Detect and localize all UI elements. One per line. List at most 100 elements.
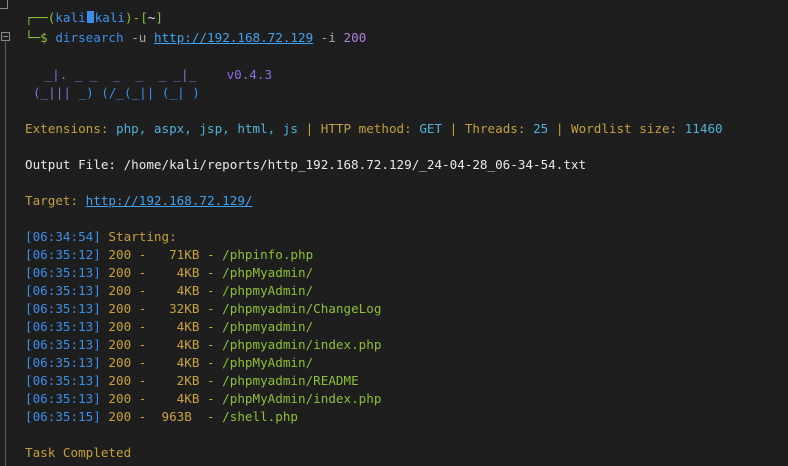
target-line: Target: http://192.168.72.129/ (25, 192, 252, 210)
result-time: [06:35:13] (25, 337, 101, 352)
collapse-icon[interactable] (1, 32, 10, 41)
logo-bottom-left: (_||| (33, 85, 71, 100)
result-dash: - (199, 373, 223, 388)
wordlist-value: 11460 (684, 121, 723, 136)
result-path[interactable]: /phpmyAdmin/ (222, 283, 313, 298)
result-status: 200 (108, 355, 132, 370)
config-line: Extensions: php, aspx, jsp, html, js | H… (25, 120, 723, 138)
prompt-rail-end (0, 8, 8, 9)
result-size: 4KB (153, 283, 200, 298)
result-dash: - (199, 337, 223, 352)
result-row: [06:35:13] 200 - 4KB - /phpMyAdmin/index… (25, 390, 381, 408)
target-url-arg[interactable]: http://192.168.72.129 (154, 30, 313, 45)
result-time: [06:35:13] (25, 319, 101, 334)
start-text: Starting: (100, 229, 177, 244)
result-time: [06:35:13] (25, 265, 101, 280)
result-time: [06:35:13] (25, 283, 101, 298)
result-size: 963B (153, 409, 200, 424)
banner-line-2: (_||| _) (/_(_|| (_| ) (33, 84, 200, 102)
banner-line-1: _|. _ _ _ _ _ _|_ v0.4.3 (37, 66, 272, 84)
logo-bottom-right: _) (/_(_|| (_| ) (70, 85, 200, 100)
separator-1: | (297, 121, 321, 136)
result-dash: - (131, 265, 154, 280)
prompt-header: ┌──(kali kali)-[~] (25, 9, 163, 27)
prompt-lead: └─$ (25, 30, 56, 45)
extensions-value: php, aspx, jsp, html, js (116, 121, 298, 136)
flag-i: -i (320, 30, 336, 45)
result-dash: - (199, 247, 223, 262)
result-row: [06:35:13] 200 - 32KB - /phpmyadmin/Chan… (25, 300, 381, 318)
result-size: 2KB (153, 373, 200, 388)
result-status: 200 (108, 283, 132, 298)
result-row: [06:35:13] 200 - 4KB - /phpmyadmin/ (25, 318, 313, 336)
result-status: 200 (108, 391, 132, 406)
task-completed-line: Task Completed (25, 444, 131, 462)
result-path[interactable]: /phpmyadmin/index.php (222, 337, 381, 352)
result-status: 200 (108, 319, 132, 334)
result-path[interactable]: /phpmyadmin/ (222, 319, 313, 334)
result-time: [06:35:15] (25, 409, 101, 424)
result-row: [06:35:13] 200 - 4KB - /phpmyadmin/index… (25, 336, 381, 354)
result-dash: - (131, 247, 154, 262)
result-size: 4KB (153, 319, 200, 334)
logo-top: _|. _ _ _ _ _ _|_ (37, 67, 227, 82)
separator-3: | (548, 121, 571, 136)
prompt-box-open: ┌──( (25, 10, 56, 25)
result-dash: - (199, 391, 223, 406)
command-line[interactable]: └─$ dirsearch -u http://192.168.72.129 -… (25, 29, 366, 47)
threads-label: Threads: (464, 121, 534, 136)
terminal-window[interactable]: ┌──(kali kali)-[~] └─$ dirsearch -u http:… (0, 0, 788, 466)
result-row: [06:35:13] 200 - 4KB - /phpMyAdmin/ (25, 354, 313, 372)
wordlist-label: Wordlist size: (570, 121, 685, 136)
result-status: 200 (108, 409, 132, 424)
command-name: dirsearch (55, 30, 124, 45)
result-row: [06:35:15] 200 - 963B - /shell.php (25, 408, 298, 426)
result-dash: - (131, 337, 154, 352)
result-time: [06:35:12] (25, 247, 101, 262)
prompt-mid: )-[ (125, 10, 148, 25)
result-size: 4KB (153, 337, 200, 352)
result-path[interactable]: /phpmyadmin/README (222, 373, 358, 388)
extensions-label: Extensions: (25, 121, 116, 136)
prompt-host: kali (94, 10, 126, 25)
result-dash: - (199, 409, 223, 424)
result-dash: - (199, 319, 223, 334)
result-path[interactable]: /phpMyadmin/ (222, 265, 313, 280)
result-path[interactable]: /phpmyadmin/ChangeLog (222, 301, 381, 316)
result-time: [06:35:13] (25, 391, 101, 406)
prompt-rail (7, 0, 8, 8)
threads-value: 25 (533, 121, 549, 136)
result-path[interactable]: /phpMyAdmin/index.php (222, 391, 381, 406)
fold-line (5, 41, 6, 466)
start-line: [06:34:54] Starting: (25, 228, 177, 246)
result-time: [06:35:13] (25, 373, 101, 388)
result-dash: - (131, 409, 154, 424)
result-dash: - (131, 283, 154, 298)
result-path[interactable]: /phpinfo.php (222, 247, 313, 262)
result-row: [06:35:13] 200 - 4KB - /phpmyAdmin/ (25, 282, 313, 300)
status-filter: 200 (343, 30, 367, 45)
result-dash: - (131, 301, 154, 316)
result-dash: - (199, 301, 223, 316)
result-dash: - (131, 355, 154, 370)
result-path[interactable]: /phpMyAdmin/ (222, 355, 313, 370)
separator-2: | (442, 121, 465, 136)
result-dash: - (199, 265, 223, 280)
result-path[interactable]: /shell.php (222, 409, 298, 424)
target-url[interactable]: http://192.168.72.129/ (86, 193, 253, 208)
version: v0.4.3 (226, 67, 273, 82)
result-dash: - (199, 283, 223, 298)
gutter (0, 0, 14, 466)
result-size: 4KB (153, 355, 200, 370)
method-label: HTTP method: (320, 121, 420, 136)
result-row: [06:35:13] 200 - 4KB - /phpMyadmin/ (25, 264, 313, 282)
skull-icon (86, 11, 94, 23)
result-dash: - (199, 355, 223, 370)
prompt-user: kali (55, 10, 86, 25)
result-dash: - (131, 319, 154, 334)
result-size: 32KB (153, 301, 200, 316)
output-file-value[interactable]: /home/kali/reports/http_192.168.72.129/_… (124, 157, 587, 172)
result-time: [06:35:13] (25, 301, 101, 316)
method-value: GET (419, 121, 443, 136)
result-size: 4KB (153, 391, 200, 406)
